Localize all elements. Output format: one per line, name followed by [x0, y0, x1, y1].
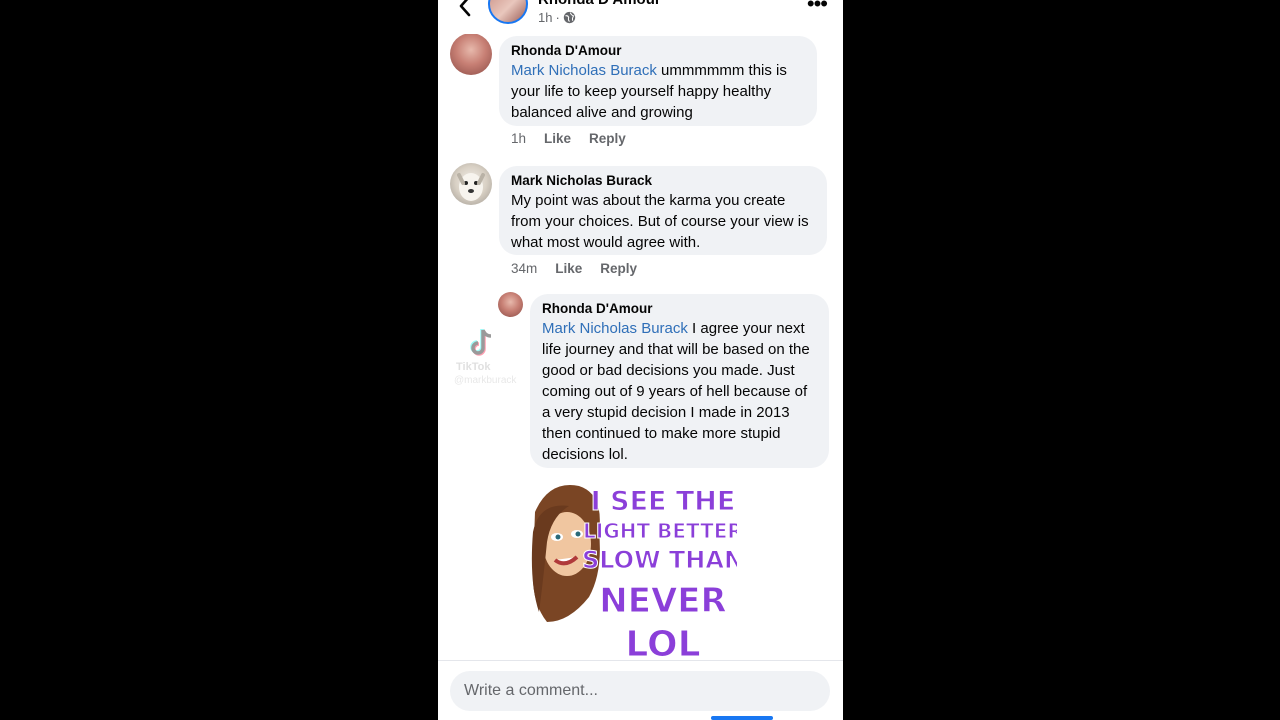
globe-icon	[563, 11, 575, 24]
sticker-line: LOL	[625, 624, 700, 662]
post-meta: 1h ·	[538, 10, 576, 25]
comment-text: My point was about the karma you create …	[511, 192, 809, 251]
tiktok-brand: TikTok	[456, 361, 491, 373]
comment-author[interactable]: Mark Nicholas Burack	[511, 172, 815, 190]
phone-screen: Rhonda D'Amour 1h · ••• Rhonda D'Amour M…	[438, 0, 843, 720]
comment-time: 1h	[511, 131, 527, 146]
comment-time: 34m	[511, 261, 538, 276]
comment-actions: 34m Like Reply	[511, 261, 637, 276]
sticker-line: SLOW THAN	[582, 546, 737, 574]
tiktok-logo-icon	[470, 329, 492, 356]
comment-bubble: Mark Nicholas Burack My point was about …	[499, 166, 827, 255]
reply-button[interactable]: Reply	[589, 131, 626, 146]
mention-link[interactable]: Mark Nicholas Burack	[511, 62, 657, 79]
avatar[interactable]	[450, 33, 492, 75]
comment-bubble: Rhonda D'Amour Mark Nicholas Burack I ag…	[530, 294, 829, 468]
comment-bubble: Rhonda D'Amour Mark Nicholas Burack ummm…	[499, 36, 817, 126]
mention-link[interactable]: Mark Nicholas Burack	[542, 320, 688, 337]
more-options-icon[interactable]: •••	[807, 0, 828, 15]
like-button[interactable]: Like	[555, 261, 582, 276]
sticker-graphic: I SEE THE LIGHT BETTER SLOW THAN NEVER L…	[531, 485, 737, 662]
tiktok-watermark: TikTok @markburack	[450, 325, 520, 395]
poster-name[interactable]: Rhonda D'Amour	[538, 0, 661, 8]
poster-avatar[interactable]	[488, 0, 528, 24]
meta-dot: ·	[555, 10, 560, 25]
tiktok-handle: @markburack	[454, 375, 517, 386]
comment-text: Mark Nicholas Burack I agree your next l…	[542, 318, 817, 465]
comment-input[interactable]	[450, 671, 830, 711]
dog-avatar-icon	[457, 173, 485, 201]
reply-button[interactable]: Reply	[600, 261, 637, 276]
avatar[interactable]	[450, 163, 492, 205]
post-header: Rhonda D'Amour 1h · •••	[438, 0, 843, 34]
sticker-line: NEVER	[599, 581, 726, 621]
comment-text: Mark Nicholas Burack ummmmmm this is you…	[511, 60, 805, 123]
comment-author[interactable]: Rhonda D'Amour	[542, 300, 817, 318]
comment-actions: 1h Like Reply	[511, 131, 626, 146]
post-time: 1h	[538, 10, 553, 25]
comment-author[interactable]: Rhonda D'Amour	[511, 42, 805, 60]
comment-composer	[438, 660, 843, 720]
sticker-line: LIGHT BETTER	[583, 519, 737, 543]
back-arrow-icon[interactable]	[454, 0, 478, 18]
bitmoji-sticker[interactable]: I SEE THE LIGHT BETTER SLOW THAN NEVER L…	[529, 472, 737, 662]
scroll-indicator	[711, 716, 773, 720]
sticker-line: I SEE THE	[591, 486, 736, 517]
like-button[interactable]: Like	[544, 131, 571, 146]
avatar[interactable]	[498, 292, 523, 317]
comment-body: I agree your next life journey and that …	[542, 320, 810, 463]
